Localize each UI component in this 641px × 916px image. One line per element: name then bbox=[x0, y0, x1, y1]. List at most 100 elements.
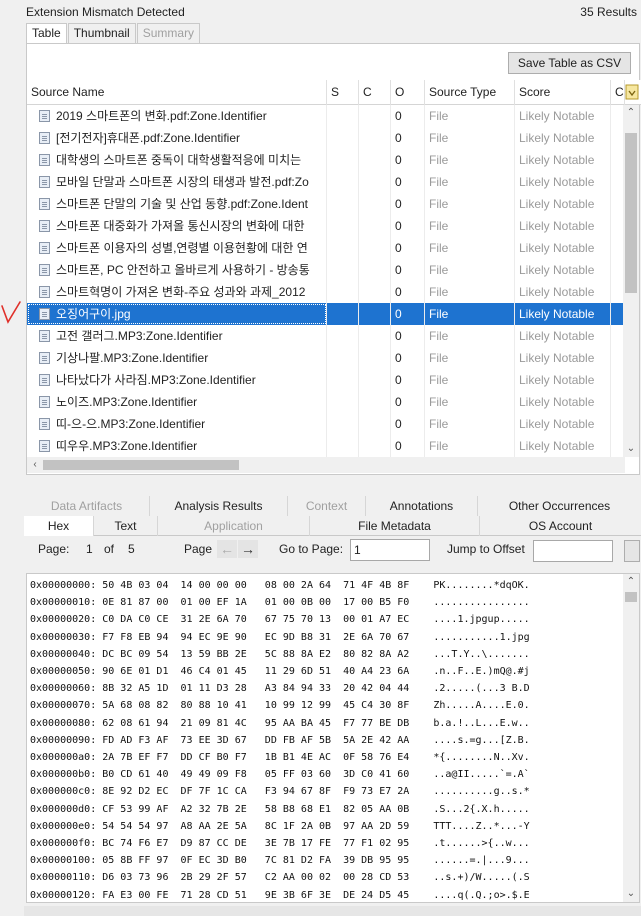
scroll-thumb[interactable] bbox=[625, 133, 637, 293]
empty-cell bbox=[359, 347, 391, 369]
source-name-cell: [전기전자]휴대폰.pdf:Zone.Identifier bbox=[27, 127, 327, 149]
file-icon bbox=[39, 110, 50, 122]
table-row[interactable]: 오징어구이.jpg 0 File Likely Notable bbox=[27, 303, 625, 325]
tab-other-occurrences[interactable]: Other Occurrences bbox=[478, 496, 641, 516]
column-score[interactable]: Score bbox=[515, 80, 611, 105]
table-row[interactable]: 스마트폰 단말의 기술 및 산업 동향.pdf:Zone.Ident 0 File L… bbox=[27, 193, 625, 215]
jump-offset-input[interactable] bbox=[533, 540, 613, 562]
table-row[interactable]: 고전 갤러그.MP3:Zone.Identifier 0 File Likely No… bbox=[27, 325, 625, 347]
empty-cell bbox=[359, 413, 391, 435]
scroll-left-icon[interactable]: ‹ bbox=[27, 457, 43, 473]
status-bar bbox=[24, 906, 641, 916]
file-icon bbox=[39, 352, 50, 364]
type-cell: File bbox=[425, 215, 515, 237]
tab-table[interactable]: Table bbox=[26, 23, 67, 45]
source-name-cell: 띠-으-으.MP3:Zone.Identifier bbox=[27, 413, 327, 435]
tab-thumbnail[interactable]: Thumbnail bbox=[67, 23, 136, 43]
table-row[interactable]: 스마트폰 대중화가 가져올 통신시장의 변화에 대한 0 File Likely No… bbox=[27, 215, 625, 237]
tab-annotations[interactable]: Annotations bbox=[366, 496, 478, 516]
empty-cell bbox=[327, 325, 359, 347]
hex-line: 0x000000c0: 8E 92 D2 EC DF 7F 1C CA F3 9… bbox=[30, 786, 530, 798]
table-row[interactable]: 스마트폰 이용자의 성별,연령별 이용현황에 대한 연 0 File Likely N… bbox=[27, 237, 625, 259]
o-cell: 0 bbox=[391, 193, 425, 215]
o-cell: 0 bbox=[391, 347, 425, 369]
score-cell: Likely Notable bbox=[515, 127, 611, 149]
score-cell: Likely Notable bbox=[515, 347, 611, 369]
hex-line: 0x00000060: 8B 32 A5 1D 01 11 D3 28 A3 8… bbox=[30, 683, 530, 695]
type-cell: File bbox=[425, 193, 515, 215]
table-row[interactable]: 모바일 단말과 스마트폰 시장의 태생과 발전.pdf:Zo 0 File Likel… bbox=[27, 171, 625, 193]
scroll-down-icon[interactable]: ⌄ bbox=[623, 886, 639, 902]
table-vertical-scrollbar[interactable]: ⌃ ⌄ bbox=[623, 105, 639, 457]
hex-line: 0x00000110: D6 03 73 96 2B 29 2F 57 C2 A… bbox=[30, 872, 530, 884]
source-name-text: 대학생의 스마트폰 중독이 대학생활적응에 미치는 bbox=[56, 153, 302, 167]
source-name-cell: 스마트혁명이 가져온 변화-주요 성과와 과제_2012 bbox=[27, 281, 327, 303]
save-csv-button[interactable]: Save Table as CSV bbox=[508, 52, 631, 74]
prev-page-icon[interactable]: ← bbox=[217, 540, 237, 558]
scroll-up-icon[interactable]: ⌃ bbox=[623, 105, 639, 121]
empty-cell bbox=[327, 281, 359, 303]
table-row[interactable]: 대학생의 스마트폰 중독이 대학생활적응에 미치는 0 File Likely Not… bbox=[27, 149, 625, 171]
table-row[interactable]: 띠-으-으.MP3:Zone.Identifier 0 File Likely Not… bbox=[27, 413, 625, 435]
hex-line: 0x00000010: 0E 81 87 00 01 00 EF 1A 01 0… bbox=[30, 597, 530, 609]
score-cell: Likely Notable bbox=[515, 105, 611, 127]
tab-hex[interactable]: Hex bbox=[24, 516, 94, 536]
column-s[interactable]: S bbox=[327, 80, 359, 105]
source-name-cell: 모바일 단말과 스마트폰 시장의 태생과 발전.pdf:Zo bbox=[27, 171, 327, 193]
tab-os-account[interactable]: OS Account bbox=[480, 516, 641, 536]
score-cell: Likely Notable bbox=[515, 215, 611, 237]
hex-vertical-scrollbar[interactable]: ⌃ ⌄ bbox=[623, 574, 639, 902]
table-horizontal-scrollbar[interactable]: ‹ bbox=[27, 457, 625, 473]
column-c[interactable]: C bbox=[359, 80, 391, 105]
empty-cell bbox=[359, 369, 391, 391]
empty-cell bbox=[327, 105, 359, 127]
hex-toolbar: Page: 1 of 5 Page ← → Go to Page: 1 Jump… bbox=[24, 537, 641, 565]
jump-offset-label: Jump to Offset bbox=[447, 542, 525, 556]
tab-text[interactable]: Text bbox=[94, 516, 158, 536]
next-page-icon[interactable]: → bbox=[238, 540, 258, 558]
tab-analysis-results[interactable]: Analysis Results bbox=[150, 496, 288, 516]
table-row[interactable]: 2019 스마트폰의 변화.pdf:Zone.Identifier 0 File Li… bbox=[27, 105, 625, 127]
page-current: 1 bbox=[86, 542, 93, 556]
empty-cell bbox=[327, 435, 359, 457]
table-row[interactable]: 노이즈.MP3:Zone.Identifier 0 File Likely Notab… bbox=[27, 391, 625, 413]
source-name-cell: 스마트폰 대중화가 가져올 통신시장의 변화에 대한 bbox=[27, 215, 327, 237]
type-cell: File bbox=[425, 435, 515, 457]
column-comment[interactable]: Co bbox=[611, 80, 625, 105]
score-cell: Likely Notable bbox=[515, 193, 611, 215]
o-cell: 0 bbox=[391, 435, 425, 457]
table-row[interactable]: 나타났다가 사라짐.MP3:Zone.Identifier 0 File Likely… bbox=[27, 369, 625, 391]
scroll-thumb[interactable] bbox=[625, 592, 637, 602]
page-label: Page: bbox=[38, 542, 70, 556]
tab-file-metadata[interactable]: File Metadata bbox=[310, 516, 480, 536]
table-row[interactable]: 띠우우.MP3:Zone.Identifier 0 File Likely Notab… bbox=[27, 435, 625, 457]
hex-line: 0x00000070: 5A 68 08 82 80 88 10 41 10 9… bbox=[30, 700, 530, 712]
jump-offset-button[interactable] bbox=[624, 540, 640, 562]
type-cell: File bbox=[425, 391, 515, 413]
table-row[interactable]: 스마트폰, PC 안전하고 올바르게 사용하기 - 방송통 0 File Likely… bbox=[27, 259, 625, 281]
score-cell: Likely Notable bbox=[515, 391, 611, 413]
empty-cell bbox=[327, 215, 359, 237]
empty-cell bbox=[359, 215, 391, 237]
empty-cell bbox=[359, 237, 391, 259]
scroll-down-icon[interactable]: ⌄ bbox=[623, 441, 639, 457]
column-source-type[interactable]: Source Type bbox=[425, 80, 515, 105]
hex-line: 0x00000120: FA E3 00 FE 71 28 CD 51 9E 3… bbox=[30, 889, 530, 901]
o-cell: 0 bbox=[391, 127, 425, 149]
table-row[interactable]: 스마트혁명이 가져온 변화-주요 성과와 과제_2012 0 File Likely … bbox=[27, 281, 625, 303]
file-icon bbox=[39, 132, 50, 144]
column-o[interactable]: O bbox=[391, 80, 425, 105]
score-cell: Likely Notable bbox=[515, 149, 611, 171]
scroll-thumb-horizontal[interactable] bbox=[43, 460, 239, 470]
type-cell: File bbox=[425, 369, 515, 391]
type-cell: File bbox=[425, 171, 515, 193]
hex-line: 0x000000a0: 2A 7B EF F7 DD CF B0 F7 1B B… bbox=[30, 752, 530, 763]
table-row[interactable]: 기상나팔.MP3:Zone.Identifier 0 File Likely Nota… bbox=[27, 347, 625, 369]
file-icon bbox=[39, 220, 50, 232]
table-row[interactable]: [전기전자]휴대폰.pdf:Zone.Identifier 0 File Likely… bbox=[27, 127, 625, 149]
scroll-up-icon[interactable]: ⌃ bbox=[623, 574, 639, 590]
score-cell: Likely Notable bbox=[515, 369, 611, 391]
column-chooser-icon[interactable] bbox=[625, 84, 641, 102]
goto-page-input[interactable]: 1 bbox=[350, 539, 430, 561]
column-source-name[interactable]: Source Name bbox=[27, 80, 327, 105]
